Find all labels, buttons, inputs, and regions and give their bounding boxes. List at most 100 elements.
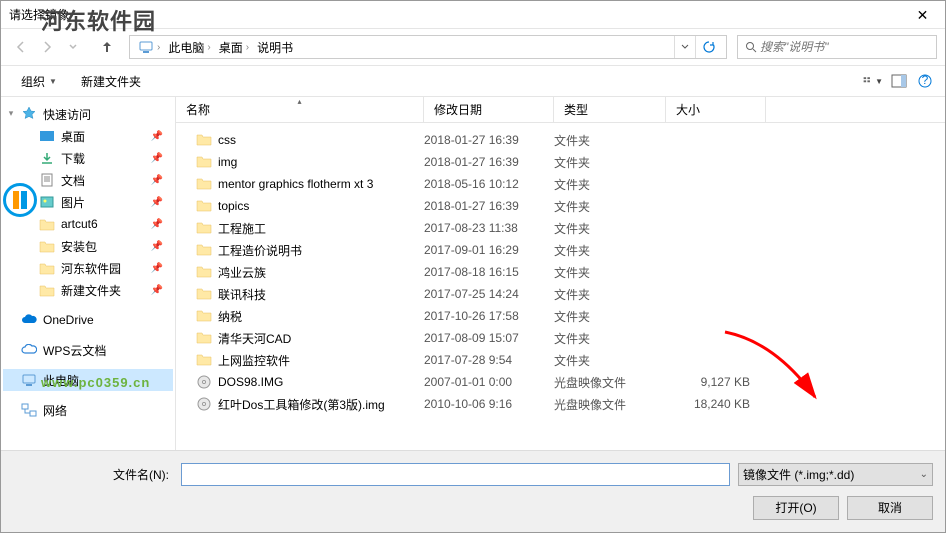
nav-recent-dropdown[interactable] [61, 35, 85, 59]
file-row[interactable]: 清华天河CAD2017-08-09 15:07文件夹 [176, 327, 945, 349]
file-row[interactable]: DOS98.IMG2007-01-01 0:00光盘映像文件9,127 KB [176, 371, 945, 393]
preview-pane-button[interactable] [889, 71, 909, 91]
nav-back-button[interactable] [9, 35, 33, 59]
file-row[interactable]: mentor graphics flotherm xt 3 2018-05-16 … [176, 173, 945, 195]
sidebar-item[interactable]: 图片 📌 [3, 191, 173, 213]
file-type: 文件夹 [554, 176, 666, 193]
pin-icon: 📌 [151, 241, 163, 252]
chevron-down-icon: ⌄ [920, 469, 928, 480]
file-date: 2018-01-27 16:39 [424, 133, 554, 147]
file-date: 2018-01-27 16:39 [424, 155, 554, 169]
file-type: 文件夹 [554, 154, 666, 171]
filename-input[interactable] [181, 463, 730, 486]
file-row[interactable]: 红叶Dos工具箱修改(第3版).img2010-10-06 9:16光盘映像文件… [176, 393, 945, 415]
breadcrumb-part[interactable]: 说明书 [253, 36, 297, 58]
organize-button[interactable]: 组织▼ [11, 70, 67, 93]
open-button[interactable]: 打开(O) [753, 496, 839, 520]
col-name[interactable]: ▴ 名称 [176, 97, 424, 122]
file-row[interactable]: topics2018-01-27 16:39文件夹 [176, 195, 945, 217]
sidebar-item[interactable]: 桌面📌 [3, 125, 173, 147]
folder-icon [196, 154, 212, 170]
sidebar-item-label: 下载 [61, 150, 85, 167]
pin-icon: 📌 [151, 197, 163, 208]
pc-icon [21, 372, 37, 388]
file-row[interactable]: 联讯科技2017-07-25 14:24文件夹 [176, 283, 945, 305]
bottom-bar: 文件名(N): 镜像文件 (*.img;*.dd) ⌄ 打开(O) 取消 [1, 450, 945, 532]
file-date: 2017-07-28 9:54 [424, 353, 554, 367]
navbar: › 此电脑› 桌面› 说明书 [1, 29, 945, 65]
col-size[interactable]: 大小 [666, 97, 766, 122]
file-date: 2017-09-01 16:29 [424, 243, 554, 257]
filetype-select[interactable]: 镜像文件 (*.img;*.dd) ⌄ [738, 463, 933, 486]
folder-icon [196, 286, 212, 302]
file-date: 2007-01-01 0:00 [424, 375, 554, 389]
sidebar-item-label: 河东软件园 [61, 260, 121, 277]
sidebar-thispc[interactable]: 此电脑 [3, 369, 173, 391]
file-name: mentor graphics flotherm xt 3 [218, 177, 373, 191]
help-button[interactable]: ? [915, 71, 935, 91]
search-input[interactable] [760, 40, 932, 54]
file-type: 文件夹 [554, 308, 666, 325]
download-icon [39, 150, 55, 166]
folder-icon [196, 198, 212, 214]
folder-icon [196, 242, 212, 258]
pic-icon [39, 194, 55, 210]
file-row[interactable]: css2018-01-27 16:39文件夹 [176, 129, 945, 151]
disc-icon [196, 396, 212, 412]
file-type: 文件夹 [554, 242, 666, 259]
refresh-button[interactable] [695, 36, 722, 58]
sidebar-wps[interactable]: WPS云文档 [3, 339, 173, 361]
file-row[interactable]: img 2018-01-27 16:39文件夹 [176, 151, 945, 173]
breadcrumb-part[interactable]: 此电脑› [164, 36, 214, 58]
breadcrumb-part[interactable]: 桌面› [215, 36, 253, 58]
file-type: 光盘映像文件 [554, 396, 666, 413]
sidebar-item[interactable]: 新建文件夹📌 [3, 279, 173, 301]
sidebar-item-label: 新建文件夹 [61, 282, 121, 299]
sidebar-onedrive[interactable]: OneDrive [3, 309, 173, 331]
folder-icon [196, 176, 212, 192]
col-type[interactable]: 类型 [554, 97, 666, 122]
search-box[interactable] [737, 35, 937, 59]
sidebar-item[interactable]: 下载📌 [3, 147, 173, 169]
file-row[interactable]: 工程施工2017-08-23 11:38文件夹 [176, 217, 945, 239]
file-type: 文件夹 [554, 264, 666, 281]
view-options-button[interactable]: ▼ [863, 71, 883, 91]
quickaccess-icon [21, 106, 37, 122]
sidebar-item-label: 桌面 [61, 128, 85, 145]
folder-icon [39, 216, 55, 232]
sidebar-quickaccess[interactable]: 快速访问 [3, 103, 173, 125]
nav-forward-button[interactable] [35, 35, 59, 59]
column-headers: ▴ 名称 修改日期 类型 大小 [176, 97, 945, 123]
file-row[interactable]: 鸿业云族2017-08-18 16:15文件夹 [176, 261, 945, 283]
breadcrumb[interactable]: › 此电脑› 桌面› 说明书 [129, 35, 727, 59]
file-row[interactable]: 上网监控软件2017-07-28 9:54文件夹 [176, 349, 945, 371]
sidebar-network[interactable]: 网络 [3, 399, 173, 421]
sidebar-item[interactable]: 安装包📌 [3, 235, 173, 257]
file-name: 清华天河CAD [218, 330, 291, 347]
file-date: 2018-05-16 10:12 [424, 177, 554, 191]
folder-icon [196, 220, 212, 236]
file-type: 文件夹 [554, 330, 666, 347]
cancel-button[interactable]: 取消 [847, 496, 933, 520]
breadcrumb-dropdown[interactable] [674, 36, 695, 58]
sidebar-item[interactable]: artcut6📌 [3, 213, 173, 235]
breadcrumb-root-icon[interactable]: › [134, 36, 164, 58]
filename-label: 文件名(N): [13, 466, 173, 483]
sidebar-item[interactable]: 河东软件园📌 [3, 257, 173, 279]
doc-icon [39, 172, 55, 188]
file-row[interactable]: 纳税2017-10-26 17:58文件夹 [176, 305, 945, 327]
col-date[interactable]: 修改日期 [424, 97, 554, 122]
file-date: 2018-01-27 16:39 [424, 199, 554, 213]
file-type: 文件夹 [554, 352, 666, 369]
file-type: 文件夹 [554, 286, 666, 303]
folder-icon [39, 260, 55, 276]
close-button[interactable]: ✕ [900, 1, 945, 29]
nav-up-button[interactable] [95, 35, 119, 59]
expand-icon[interactable]: ▾ [5, 108, 17, 119]
file-row[interactable]: 工程造价说明书2017-09-01 16:29文件夹 [176, 239, 945, 261]
file-date: 2010-10-06 9:16 [424, 397, 554, 411]
sidebar-item-label: 图片 [61, 194, 85, 211]
file-name: img [218, 155, 237, 169]
sidebar-item[interactable]: 文档📌 [3, 169, 173, 191]
newfolder-button[interactable]: 新建文件夹 [71, 70, 151, 93]
